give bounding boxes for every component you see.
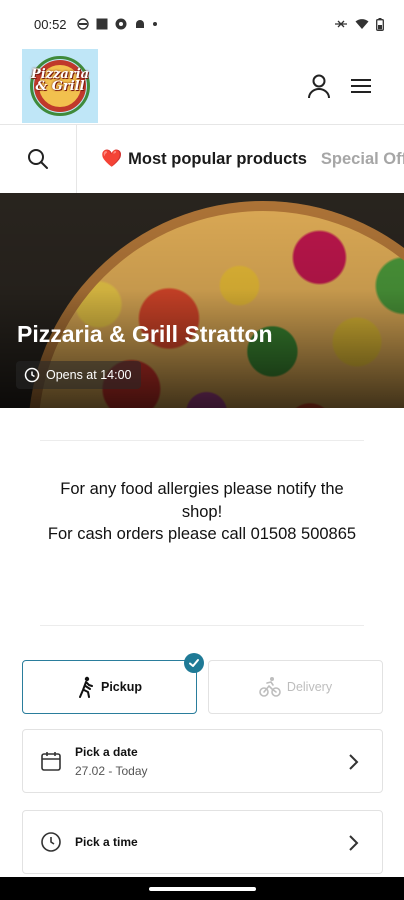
time-picker[interactable]: Pick a time bbox=[22, 810, 383, 874]
opens-label: Opens at 14:00 bbox=[46, 368, 132, 382]
system-nav-bar bbox=[0, 877, 404, 900]
notice-line-cash: For cash orders please call 01508 500865 bbox=[47, 525, 357, 543]
battery-icon bbox=[376, 17, 384, 31]
app-icon bbox=[76, 18, 89, 30]
status-time: 00:52 bbox=[34, 16, 67, 32]
status-bar: 00:52 bbox=[0, 0, 404, 48]
status-icons-right bbox=[334, 17, 384, 31]
walking-icon bbox=[79, 676, 93, 698]
opening-hours-badge: Opens at 14:00 bbox=[16, 361, 142, 389]
heart-icon: ❤️ bbox=[101, 149, 123, 168]
tab-label: Special Offers bbox=[320, 149, 404, 168]
logo-text: Pizzaria & Grill bbox=[30, 67, 90, 94]
clock-icon bbox=[39, 830, 63, 854]
status-icons-left bbox=[76, 18, 157, 30]
category-bar: ❤️ Most popular products Special Offers bbox=[0, 125, 404, 193]
delivery-button[interactable]: Delivery bbox=[208, 660, 383, 714]
tab-special-offers[interactable]: Special Offers bbox=[321, 150, 404, 169]
square-icon bbox=[96, 18, 108, 30]
chevron-right-icon bbox=[349, 835, 359, 851]
chevron-right-icon bbox=[349, 754, 359, 770]
calendar-icon bbox=[39, 749, 63, 773]
check-icon bbox=[189, 659, 199, 667]
shop-notice: For any food allergies please notify the… bbox=[40, 478, 364, 546]
link-icon bbox=[335, 20, 347, 28]
hero-banner: Pizzaria & Grill Stratton Opens at 14:00 bbox=[0, 193, 404, 408]
divider-bottom bbox=[40, 625, 364, 626]
settings-icon bbox=[115, 18, 127, 30]
restaurant-name: Pizzaria & Grill Stratton bbox=[17, 321, 273, 347]
app-header: Pizzaria & Grill bbox=[0, 48, 404, 125]
tab-label: Most popular products bbox=[128, 149, 307, 168]
delivery-label: Delivery bbox=[286, 680, 333, 694]
home-gesture-handle[interactable] bbox=[149, 887, 256, 891]
bike-icon bbox=[259, 677, 281, 697]
pickup-label: Pickup bbox=[101, 680, 142, 694]
date-picker[interactable]: Pick a date 27.02 - Today bbox=[22, 729, 383, 793]
wifi-icon bbox=[355, 19, 369, 29]
search-icon bbox=[28, 149, 48, 169]
menu-icon[interactable] bbox=[348, 74, 374, 98]
date-picker-value: 27.02 - Today bbox=[75, 763, 148, 778]
notice-line-allergies: For any food allergies please notify the… bbox=[60, 480, 344, 521]
restaurant-logo[interactable]: Pizzaria & Grill bbox=[22, 49, 98, 123]
clock-icon bbox=[24, 367, 40, 383]
android-icon bbox=[135, 20, 144, 28]
time-picker-label: Pick a time bbox=[75, 835, 138, 849]
tab-most-popular[interactable]: ❤️ Most popular products bbox=[101, 149, 307, 169]
date-picker-label: Pick a date bbox=[75, 744, 138, 759]
search-button[interactable] bbox=[0, 125, 77, 193]
user-icon[interactable] bbox=[305, 72, 333, 100]
selected-check-badge bbox=[184, 653, 204, 673]
divider-top bbox=[40, 440, 364, 441]
dot-icon bbox=[152, 22, 157, 26]
category-tabs: ❤️ Most popular products Special Offers bbox=[77, 149, 404, 169]
pickup-button[interactable]: Pickup bbox=[22, 660, 197, 714]
